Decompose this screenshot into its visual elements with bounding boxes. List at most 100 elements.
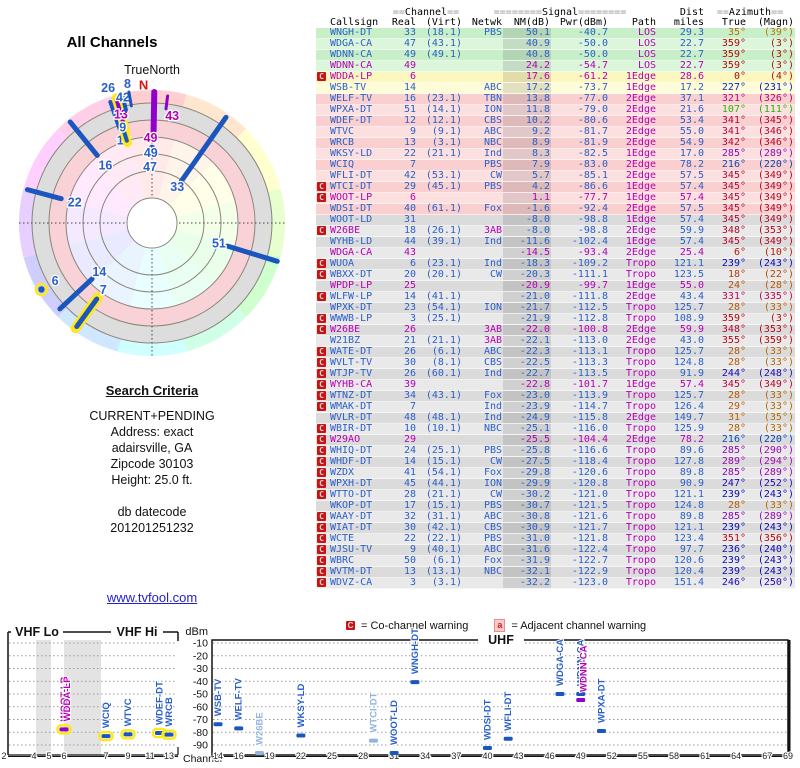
- network-cell: [463, 434, 503, 446]
- signal-marker: [296, 733, 306, 738]
- callsign-cell: WFLI-DT: [329, 170, 389, 182]
- warning-cell: [316, 335, 329, 347]
- station-label: WELF-TV: [234, 678, 245, 721]
- table-row: C WZDX 41 (54.1) Fox -29.8 -120.6 Tropo 89.8 285°…: [316, 467, 795, 479]
- real-channel-cell: 9: [389, 544, 417, 556]
- virtual-channel-cell: (31.1): [417, 511, 463, 523]
- callsign-cell: WDSI-DT: [329, 203, 389, 215]
- distance-cell: 21.6: [657, 104, 705, 116]
- path-cell: 1Edge: [609, 71, 657, 83]
- warning-cell: C: [316, 258, 329, 270]
- azimuth-true-cell: 348°: [705, 225, 747, 237]
- real-channel-cell: 50: [389, 555, 417, 567]
- nm-db-cell: -22.1: [503, 335, 551, 347]
- warning-cell: [316, 137, 329, 149]
- channel-tick-label: 67: [762, 751, 772, 761]
- nm-db-cell: -30.8: [503, 511, 551, 523]
- dbm-tick-label: -40: [193, 676, 208, 688]
- channel-tick-label: 61: [700, 751, 710, 761]
- power-dbm-cell: -99.7: [551, 280, 609, 292]
- radar-channel-label: 49: [144, 131, 158, 145]
- distance-cell: 25.4: [657, 247, 705, 259]
- table-row: C WVLT-TV 30 (8.1) CBS -22.5 -113.3 Tropo 124.8 2…: [316, 357, 795, 369]
- power-dbm-cell: -116.6: [551, 445, 609, 457]
- azimuth-true-cell: 28°: [705, 302, 747, 314]
- network-cell: [463, 313, 503, 325]
- real-channel-cell: 6: [389, 258, 417, 270]
- distance-cell: 57.5: [657, 203, 705, 215]
- power-dbm-cell: -122.9: [551, 566, 609, 578]
- power-dbm-cell: -112.8: [551, 313, 609, 325]
- azimuth-magnetic-cell: (3°): [747, 313, 795, 325]
- distance-cell: 59.9: [657, 225, 705, 237]
- azimuth-magnetic-cell: (33°): [747, 302, 795, 314]
- co-channel-warning-icon: C: [317, 358, 326, 367]
- table-row: WFLI-DT 42 (53.1) CW 5.7 -85.1 2Edge 57.5 345° (3…: [316, 170, 795, 182]
- azimuth-true-cell: 107°: [705, 104, 747, 116]
- azimuth-true-cell: 6°: [705, 247, 747, 259]
- distance-cell: 57.4: [657, 236, 705, 248]
- nm-db-cell: -32.2: [503, 577, 551, 589]
- nm-db-cell: -21.0: [503, 291, 551, 303]
- callsign-cell: WPXK-DT: [329, 302, 389, 314]
- warning-cell: C: [316, 401, 329, 413]
- azimuth-true-cell: 216°: [705, 434, 747, 446]
- azimuth-true-cell: 35°: [705, 28, 747, 39]
- dbm-tick-label: -60: [193, 701, 208, 713]
- azimuth-magnetic-cell: (326°): [747, 93, 795, 105]
- nm-db-cell: 9.2: [503, 126, 551, 138]
- real-channel-cell: 51: [389, 104, 417, 116]
- azimuth-true-cell: 236°: [705, 544, 747, 556]
- power-dbm-cell: -122.4: [551, 544, 609, 556]
- co-channel-warning-icon: C: [317, 325, 326, 334]
- path-cell: Tropo: [609, 577, 657, 589]
- search-criteria-line: Zipcode 30103: [110, 457, 194, 471]
- network-cell: ABC: [463, 82, 503, 94]
- callsign-cell: WDVZ-CA: [329, 577, 389, 589]
- nm-db-cell: 5.7: [503, 170, 551, 182]
- co-channel-warning-icon: C: [317, 545, 326, 554]
- warning-cell: [316, 203, 329, 215]
- network-cell: CBS: [463, 522, 503, 534]
- virtual-channel-cell: (6.1): [417, 555, 463, 567]
- virtual-channel-cell: (40.1): [417, 544, 463, 556]
- azimuth-true-cell: 359°: [705, 38, 747, 50]
- search-criteria-lines: CURRENT+PENDING Address: exact adairsville…: [52, 408, 252, 536]
- path-cell: 2Edge: [609, 93, 657, 105]
- channel-tick-label: 55: [638, 751, 648, 761]
- radar-channel-label: 33: [170, 180, 184, 194]
- azimuth-magnetic-cell: (3°): [747, 38, 795, 50]
- azimuth-true-cell: 239°: [705, 258, 747, 270]
- azimuth-magnetic-cell: (349°): [747, 379, 795, 391]
- warning-cell: C: [316, 390, 329, 402]
- table-row: C WBIR-DT 10 (10.1) NBC -25.1 -116.0 Tropo 125.9…: [316, 423, 795, 435]
- co-channel-warning-icon: C: [317, 490, 326, 499]
- path-cell: Tropo: [609, 357, 657, 369]
- co-channel-warning-icon: C: [317, 226, 326, 235]
- tvfool-link[interactable]: www.tvfool.com: [107, 590, 197, 605]
- network-cell: [463, 379, 503, 391]
- signal-marker: [389, 751, 399, 755]
- network-cell: 3AB: [463, 335, 503, 347]
- distance-cell: 43.4: [657, 291, 705, 303]
- virtual-channel-cell: (60.1): [417, 368, 463, 380]
- warning-cell: C: [316, 269, 329, 281]
- distance-cell: 149.7: [657, 412, 705, 424]
- path-cell: Tropo: [609, 423, 657, 435]
- azimuth-true-cell: 244°: [705, 368, 747, 380]
- radar-plot: 335122161476431213942826494947TrueNorthN: [8, 56, 298, 360]
- dbm-tick-label: -50: [193, 689, 208, 701]
- virtual-channel-cell: [417, 280, 463, 292]
- distance-cell: 59.9: [657, 324, 705, 336]
- callsign-cell: WRCB: [329, 137, 389, 149]
- virtual-channel-cell: (26.1): [417, 225, 463, 237]
- path-cell: Tropo: [609, 346, 657, 358]
- path-cell: Tropo: [609, 401, 657, 413]
- table-row: C WAAY-DT 32 (31.1) ABC -30.8 -121.6 Tropo 89.8 2…: [316, 511, 795, 523]
- real-channel-cell: 3: [389, 313, 417, 325]
- radar-channel-label: 22: [68, 195, 82, 209]
- power-dbm-cell: -81.7: [551, 126, 609, 138]
- co-channel-warning-icon: C: [317, 270, 326, 279]
- real-channel-cell: 32: [389, 511, 417, 523]
- co-channel-warning-icon: C: [317, 193, 326, 202]
